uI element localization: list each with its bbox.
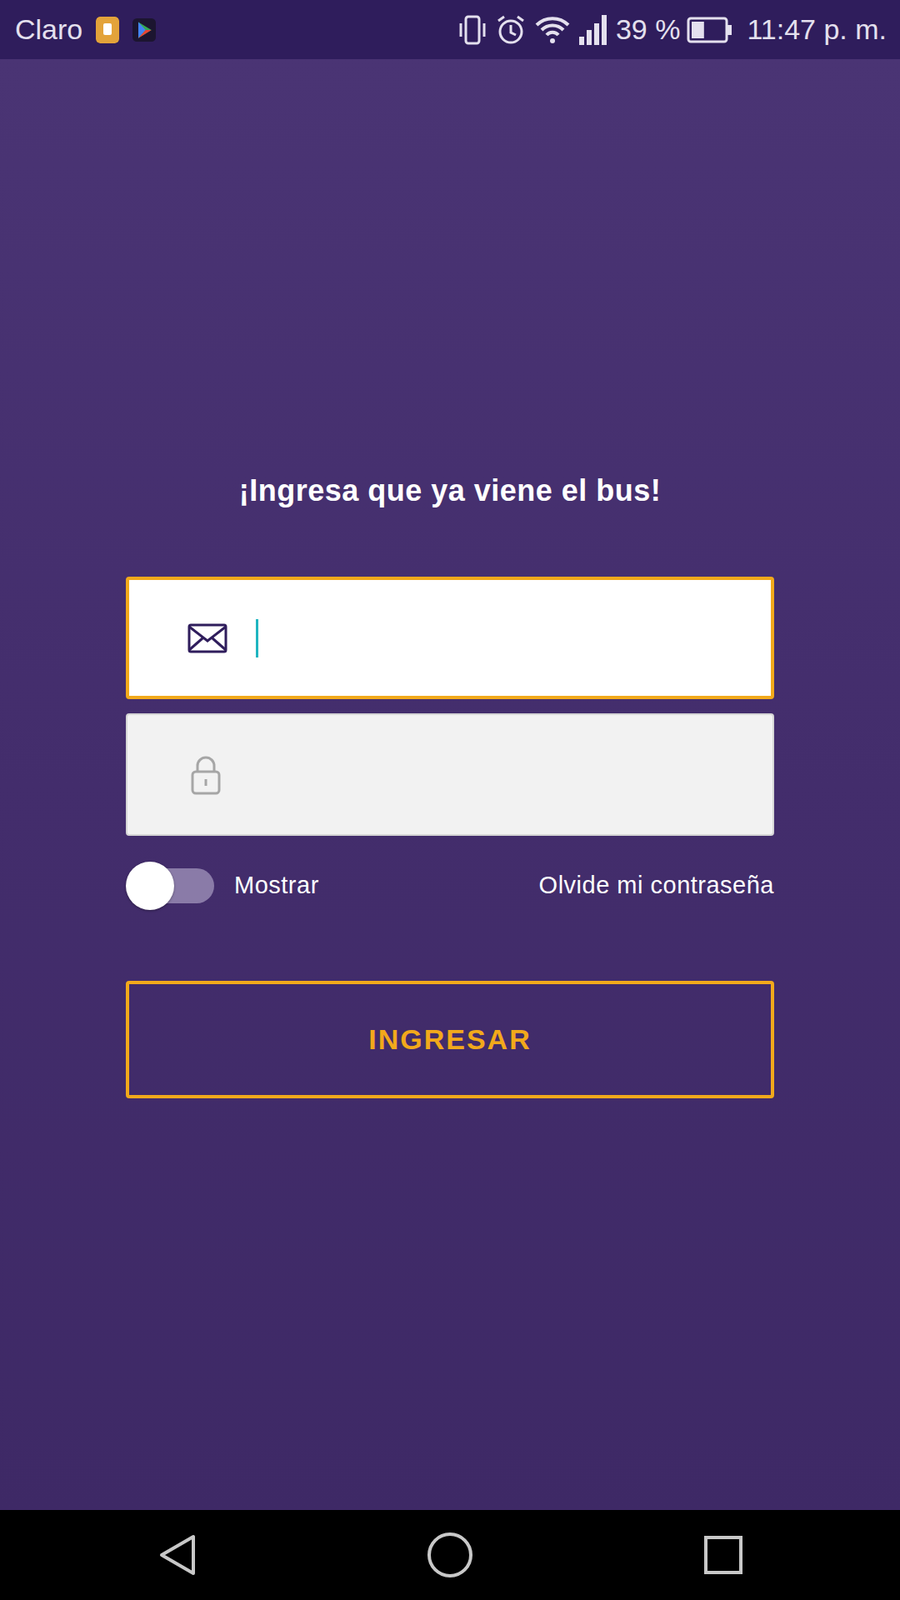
lock-icon (184, 753, 228, 797)
carrier-name: Claro (15, 8, 83, 51)
battery-icon (686, 16, 734, 44)
home-icon[interactable] (425, 1530, 475, 1580)
email-input[interactable] (258, 617, 755, 660)
clock-time: 11:47 p. m. (746, 8, 887, 51)
toggle-knob (125, 861, 175, 910)
login-screen: ¡Ingresa que ya viene el bus! Mostrar Olvi… (0, 59, 900, 1510)
battery-percent: 39 % (615, 8, 681, 51)
vibrate-icon (457, 13, 488, 47)
app-notification-icon (95, 16, 120, 44)
status-right: 39 % 11:47 p. m. (457, 8, 887, 51)
welcome-title: ¡Ingresa que ya viene el bus! (125, 472, 775, 510)
login-form: ¡Ingresa que ya viene el bus! Mostrar Olvi… (125, 472, 775, 1099)
recents-icon[interactable] (698, 1530, 749, 1580)
alarm-icon (494, 13, 528, 47)
show-password-label[interactable]: Mostrar (234, 867, 320, 905)
status-bar: Claro 39 % 11:47 p. m. (0, 0, 900, 60)
password-field[interactable] (125, 713, 775, 836)
show-password-toggle[interactable] (134, 868, 215, 904)
back-icon[interactable] (151, 1530, 202, 1580)
status-left: Claro (15, 8, 156, 51)
wifi-icon (534, 13, 571, 47)
forgot-password-link[interactable]: Olvide mi contraseña (539, 867, 775, 905)
show-password[interactable]: Mostrar (134, 867, 320, 905)
options-row: Mostrar Olvide mi contraseña (125, 865, 775, 906)
play-store-icon (132, 16, 156, 44)
navigation-bar (0, 1510, 900, 1600)
password-input[interactable] (254, 754, 756, 796)
email-field[interactable] (125, 576, 775, 700)
login-button[interactable]: INGRESAR (125, 980, 775, 1099)
signal-icon (577, 13, 610, 47)
envelope-icon (185, 616, 230, 660)
battery-fill (691, 21, 705, 39)
